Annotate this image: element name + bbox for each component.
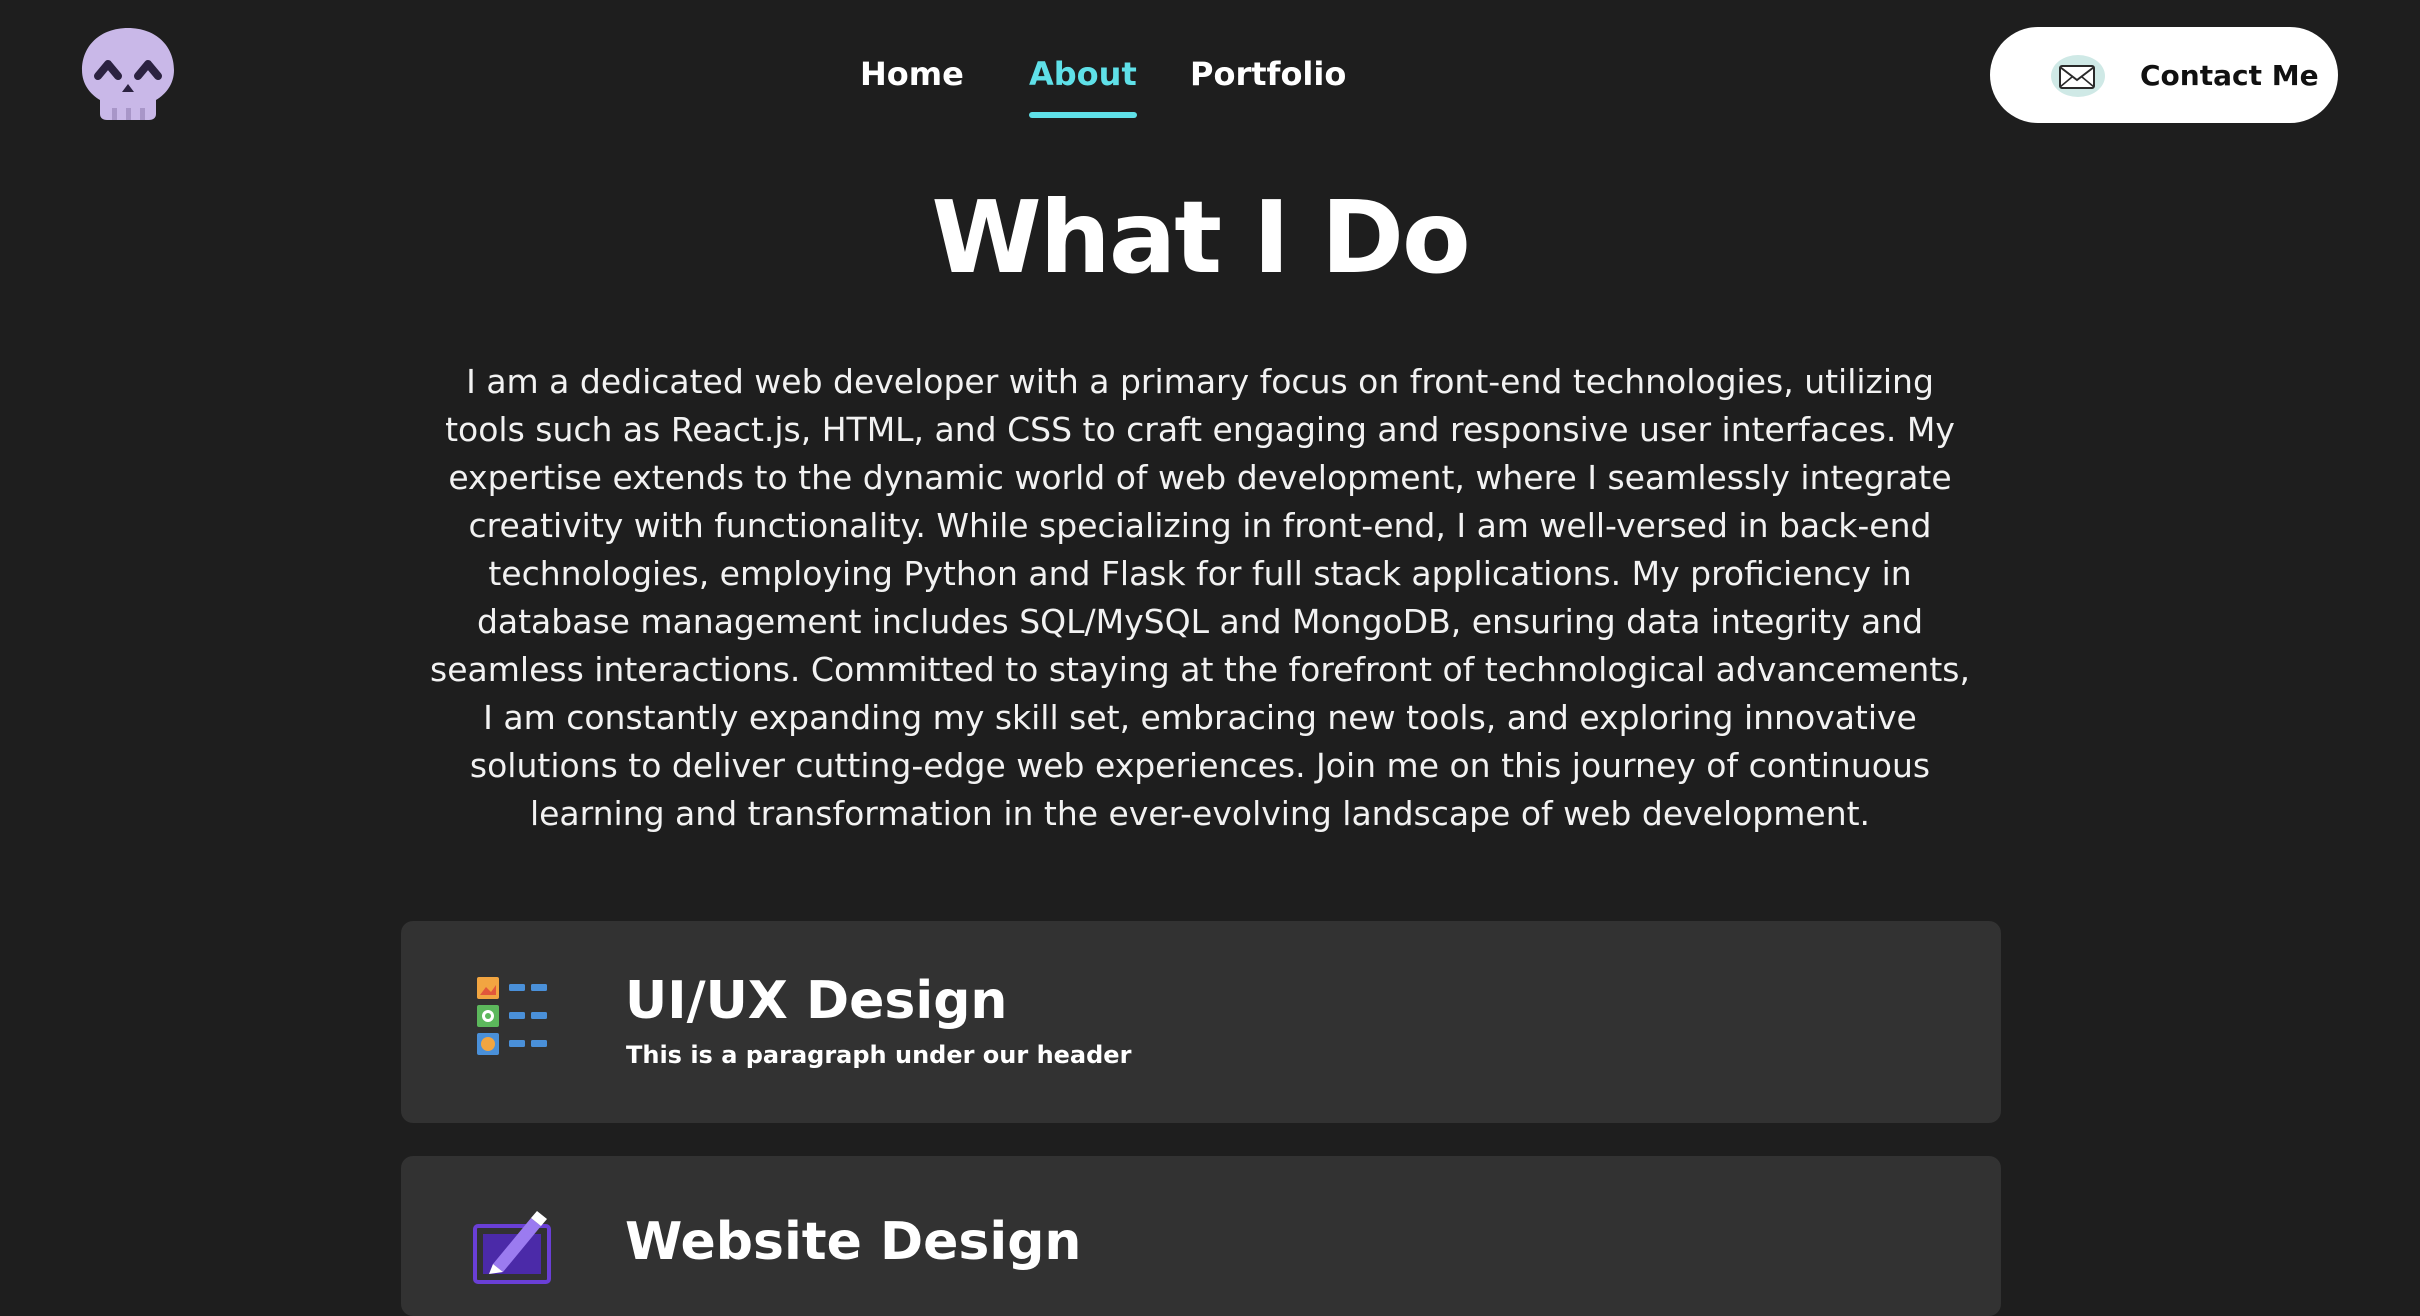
ui-layout-icon (471, 975, 551, 1061)
active-nav-indicator (1029, 112, 1137, 118)
service-description: This is a paragraph under our header (626, 1041, 1132, 1069)
service-title: Website Design (625, 1212, 1082, 1272)
service-card-website-design[interactable]: Website Design (401, 1156, 2001, 1316)
nav-about-link[interactable]: About (1029, 52, 1137, 118)
site-header: Home About Portfolio Contact Me (0, 0, 2420, 150)
page-title: What I Do (931, 179, 1470, 296)
envelope-icon (2048, 50, 2106, 100)
nav-portfolio-link[interactable]: Portfolio (1190, 52, 1346, 118)
drawing-tablet-icon (471, 1208, 551, 1294)
nav-home-link[interactable]: Home (860, 52, 964, 118)
contact-me-label: Contact Me (2140, 58, 2319, 92)
service-card-ui-ux[interactable]: UI/UX Design This is a paragraph under o… (401, 921, 2001, 1123)
contact-me-button[interactable]: Contact Me (1990, 27, 2338, 123)
service-title: UI/UX Design (625, 971, 1008, 1031)
nav-about-label: About (1029, 55, 1137, 93)
intro-paragraph: I am a dedicated web developer with a pr… (430, 362, 1970, 833)
